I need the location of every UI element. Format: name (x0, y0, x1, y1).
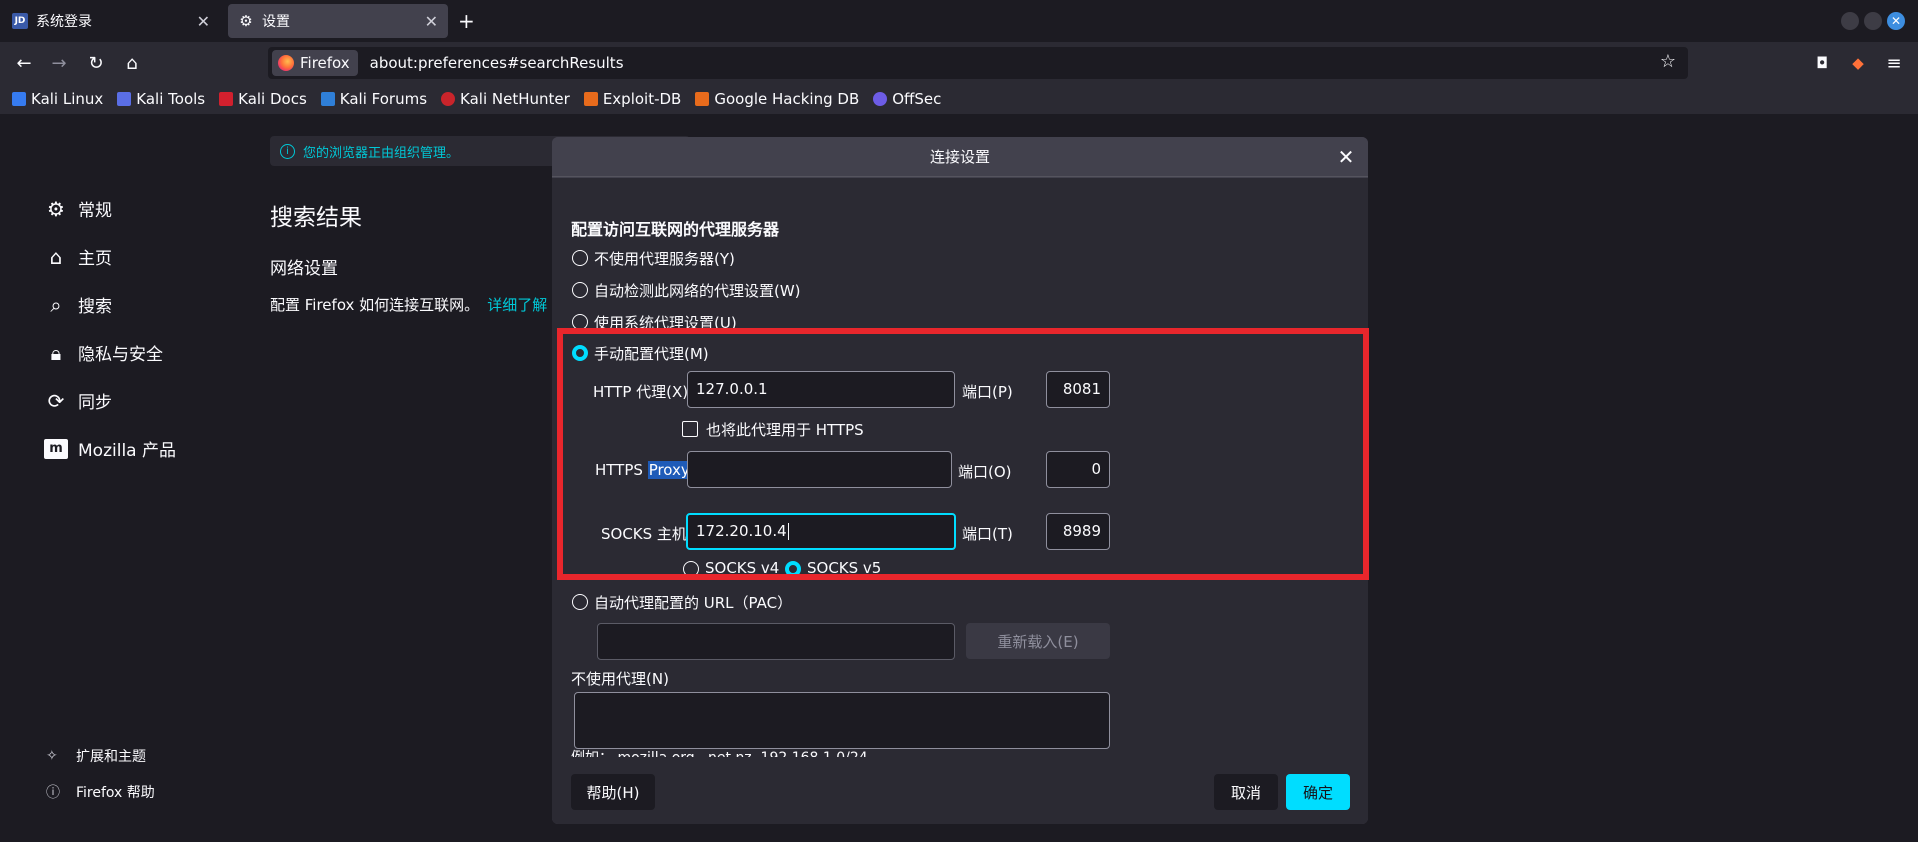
section-title: 网络设置 (270, 259, 338, 279)
label-no-proxy[interactable]: 不使用代理服务器(Y) (594, 248, 735, 269)
tab-login[interactable]: JD 系统登录 ✕ (2, 4, 220, 38)
extension-fox-icon[interactable]: ◆ (1846, 51, 1870, 75)
sidebar-item-search[interactable]: ⌕ 搜索 (44, 292, 112, 318)
identity-box[interactable]: Firefox (272, 50, 358, 76)
close-tab-icon[interactable]: ✕ (425, 12, 438, 31)
tab-title: 设置 (262, 14, 290, 30)
identity-label: Firefox (300, 54, 350, 72)
radio-auto-detect[interactable] (572, 282, 588, 298)
label-pac-url[interactable]: 自动代理配置的 URL（PAC） (594, 592, 792, 613)
sidebar-item-home[interactable]: ⌂ 主页 (44, 244, 112, 270)
exploit-db-icon (583, 92, 598, 106)
learn-more-link[interactable]: 详细了解 (487, 296, 547, 314)
tab-title: 系统登录 (36, 14, 92, 30)
close-window-button[interactable]: ✕ (1887, 12, 1905, 30)
info-icon: i (280, 143, 295, 159)
dialog-title: 连接设置 (552, 137, 1368, 177)
ghdb-icon (695, 92, 710, 106)
maximize-button[interactable] (1864, 12, 1882, 30)
radio-pac-url[interactable] (572, 594, 588, 610)
kali-icon (12, 92, 26, 106)
bookmark-item[interactable]: Exploit-DB (583, 90, 681, 108)
page-title: 搜索结果 (270, 205, 362, 231)
bookmark-item[interactable]: Kali Forums (320, 90, 427, 108)
sidebar-item-privacy[interactable]: 🔒︎ 隐私与安全 (44, 340, 163, 366)
proxy-heading: 配置访问互联网的代理服务器 (571, 220, 780, 239)
close-tab-icon[interactable]: ✕ (197, 12, 210, 31)
no-proxy-for-label: 不使用代理(N) (571, 670, 669, 688)
kali-docs-icon (219, 92, 234, 106)
no-proxy-example: 例如：.mozilla.org, .net.nz, 192.168.1.0/24 (571, 747, 868, 757)
sidebar-item-addons[interactable]: ✧ 扩展和主题 (46, 746, 146, 766)
search-icon: ⌕ (50, 292, 62, 317)
label-auto-detect[interactable]: 自动检测此网络的代理设置(W) (594, 280, 801, 301)
tab-settings[interactable]: ⚙ 设置 ✕ (228, 4, 448, 38)
site-favicon-icon: JD (12, 13, 28, 29)
back-button[interactable]: ← (12, 51, 36, 75)
puzzle-icon: ✧ (46, 748, 58, 764)
gear-icon: ⚙ (239, 12, 253, 30)
offsec-icon (873, 92, 888, 106)
reload-pac-button[interactable]: 重新载入(E) (966, 623, 1110, 659)
bookmark-item[interactable]: Kali NetHunter (441, 90, 570, 108)
home-icon: ⌂ (49, 244, 63, 269)
ok-button[interactable]: 确定 (1286, 774, 1350, 810)
help-button[interactable]: 帮助(H) (571, 774, 655, 810)
no-proxy-textarea[interactable] (574, 692, 1110, 749)
tab-strip: JD 系统登录 ✕ ⚙ 设置 ✕ + ✕ (0, 0, 1918, 42)
bookmark-item[interactable]: Kali Docs (219, 90, 307, 108)
bookmarks-toolbar: Kali Linux Kali Tools Kali Docs Kali For… (0, 84, 1918, 114)
firefox-logo-icon (278, 55, 294, 71)
help-icon: ⓘ (46, 785, 60, 801)
sidebar-item-sync[interactable]: ⟳ 同步 (44, 388, 112, 414)
navigation-toolbar: ← → ↻ ⌂ Firefox about:preferences#search… (0, 42, 1918, 84)
bookmark-star-icon[interactable]: ☆ (1660, 51, 1676, 72)
url-text[interactable]: about:preferences#searchResults (370, 54, 624, 72)
kali-forums-icon (320, 92, 335, 106)
bookmark-item[interactable]: Google Hacking DB (695, 90, 859, 108)
pocket-icon[interactable]: ◘ (1810, 51, 1834, 75)
gear-icon: ⚙ (47, 196, 65, 221)
cancel-button[interactable]: 取消 (1214, 774, 1278, 810)
mozilla-icon: m (44, 438, 68, 459)
dialog-footer: 例如：.mozilla.org, .net.nz, 192.168.1.0/24… (552, 750, 1368, 824)
highlight-box (557, 328, 1369, 580)
sidebar-item-general[interactable]: ⚙ 常规 (44, 196, 112, 222)
reload-button[interactable]: ↻ (84, 51, 108, 75)
lock-icon: 🔒︎ (50, 340, 62, 365)
new-tab-button[interactable]: + (458, 9, 475, 33)
url-bar[interactable]: Firefox about:preferences#searchResults … (268, 47, 1688, 79)
forward-button[interactable]: → (47, 51, 71, 75)
kali-tools-icon (117, 92, 132, 106)
close-dialog-icon[interactable]: ✕ (1334, 145, 1358, 169)
bookmark-item[interactable]: Kali Linux (12, 90, 103, 108)
sidebar-item-help[interactable]: ⓘ Firefox 帮助 (46, 782, 155, 802)
pac-url-input[interactable] (597, 623, 955, 660)
sync-icon: ⟳ (47, 388, 65, 413)
section-description: 配置 Firefox 如何连接互联网。 详细了解 (270, 296, 548, 314)
menu-icon[interactable]: ≡ (1882, 51, 1906, 75)
home-button[interactable]: ⌂ (120, 51, 144, 75)
nethunter-icon (441, 92, 456, 106)
bookmark-item[interactable]: Kali Tools (117, 90, 205, 108)
minimize-button[interactable] (1841, 12, 1859, 30)
radio-no-proxy[interactable] (572, 250, 588, 266)
sidebar-item-mozilla[interactable]: m Mozilla 产品 (44, 436, 176, 461)
bookmark-item[interactable]: OffSec (873, 90, 941, 108)
